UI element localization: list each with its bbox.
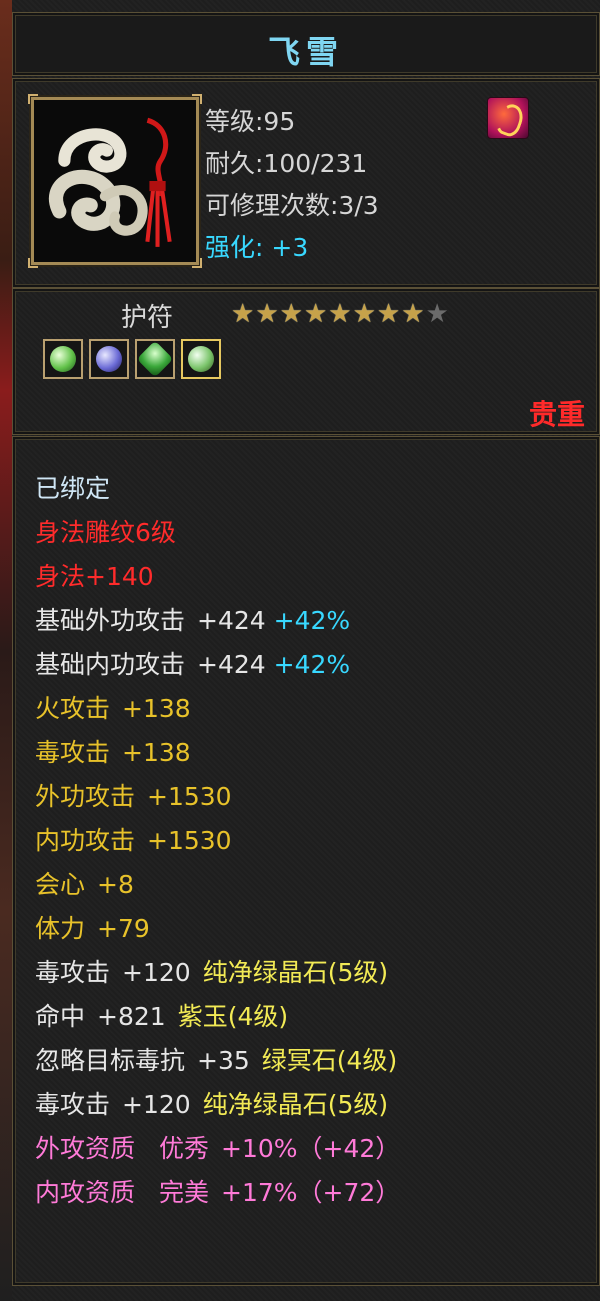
stat-row: 内功攻击 +1530 xyxy=(35,826,232,855)
stat-row: 火攻击 +138 xyxy=(35,694,191,723)
quality-row: 外攻资质 优秀 +10%（+42） xyxy=(35,1134,401,1163)
item-portrait xyxy=(28,94,202,268)
star-icon: ★ xyxy=(279,299,304,329)
enchant-flame-icon xyxy=(487,97,529,139)
repair-count-text: 可修理次数:3/3 xyxy=(205,191,379,220)
star-empty-icon: ★ xyxy=(425,299,450,329)
background-scene-strip xyxy=(0,0,12,1301)
star-icon: ★ xyxy=(255,299,280,329)
item-type-panel: 护符 ★★★★★★★★★ 贵重 xyxy=(12,288,600,435)
socket-row: 毒攻击 +120 纯净绿晶石(5级) xyxy=(35,958,389,987)
star-icon: ★ xyxy=(328,299,353,329)
star-icon: ★ xyxy=(401,299,426,329)
enhance-text: 强化: +3 xyxy=(205,233,309,262)
jade-amulet-icon xyxy=(34,100,196,262)
stats-panel: 已绑定 身法雕纹6级 身法+140 基础外功攻击 +424 +42% 基础内功攻击… xyxy=(12,436,600,1286)
stat-row: 基础外功攻击 +424 +42% xyxy=(35,606,351,635)
gem-sockets xyxy=(43,339,227,383)
engrave-level: 身法雕纹6级 xyxy=(35,518,176,547)
durability-text: 耐久:100/231 xyxy=(205,149,368,178)
stat-list: 已绑定 身法雕纹6级 身法+140 基础外功攻击 +424 +42% 基础内功攻击… xyxy=(35,467,400,1215)
green-crystal-gem-icon[interactable] xyxy=(43,339,83,379)
stat-row: 体力 +79 xyxy=(35,914,150,943)
star-icon: ★ xyxy=(231,299,256,329)
bound-status: 已绑定 xyxy=(35,474,111,503)
quality-row: 内攻资质 完美 +17%（+72） xyxy=(35,1178,401,1207)
star-icon: ★ xyxy=(303,299,329,329)
star-icon: ★ xyxy=(352,299,377,329)
socket-row: 毒攻击 +120 纯净绿晶石(5级) xyxy=(35,1090,389,1119)
star-icon: ★ xyxy=(376,299,402,329)
title-bar: 飞雪 xyxy=(12,12,600,76)
stat-row: 基础内功攻击 +424 +42% xyxy=(35,650,351,679)
item-info: 等级:95 耐久:100/231 可修理次数:3/3 强化: +3 xyxy=(205,101,379,269)
purple-crystal-gem-icon[interactable] xyxy=(89,339,129,379)
green-leaf-gem-icon[interactable] xyxy=(135,339,175,379)
agility-stat: 身法+140 xyxy=(35,562,154,591)
rarity-label: 贵重 xyxy=(528,398,585,431)
item-header-panel: 等级:95 耐久:100/231 可修理次数:3/3 强化: +3 xyxy=(12,78,600,288)
item-tooltip: 飞雪 等级:95 耐久:100/231 可修理次数:3/3 强化: +3 护符 … xyxy=(0,0,600,1301)
stat-row: 会心 +8 xyxy=(35,870,134,899)
item-type: 护符 xyxy=(121,303,174,333)
level-text: 等级:95 xyxy=(205,107,296,136)
item-name: 飞雪 xyxy=(267,33,344,71)
stat-row: 毒攻击 +138 xyxy=(35,738,191,767)
socket-row: 命中 +821 紫玉(4级) xyxy=(35,1002,289,1031)
socket-row: 忽略目标毒抗 +35 绿冥石(4级) xyxy=(35,1046,398,1075)
star-rating: ★★★★★★★★★ xyxy=(231,299,450,329)
green-crystal-gem-icon[interactable] xyxy=(181,339,221,379)
stat-row: 外功攻击 +1530 xyxy=(35,782,232,811)
